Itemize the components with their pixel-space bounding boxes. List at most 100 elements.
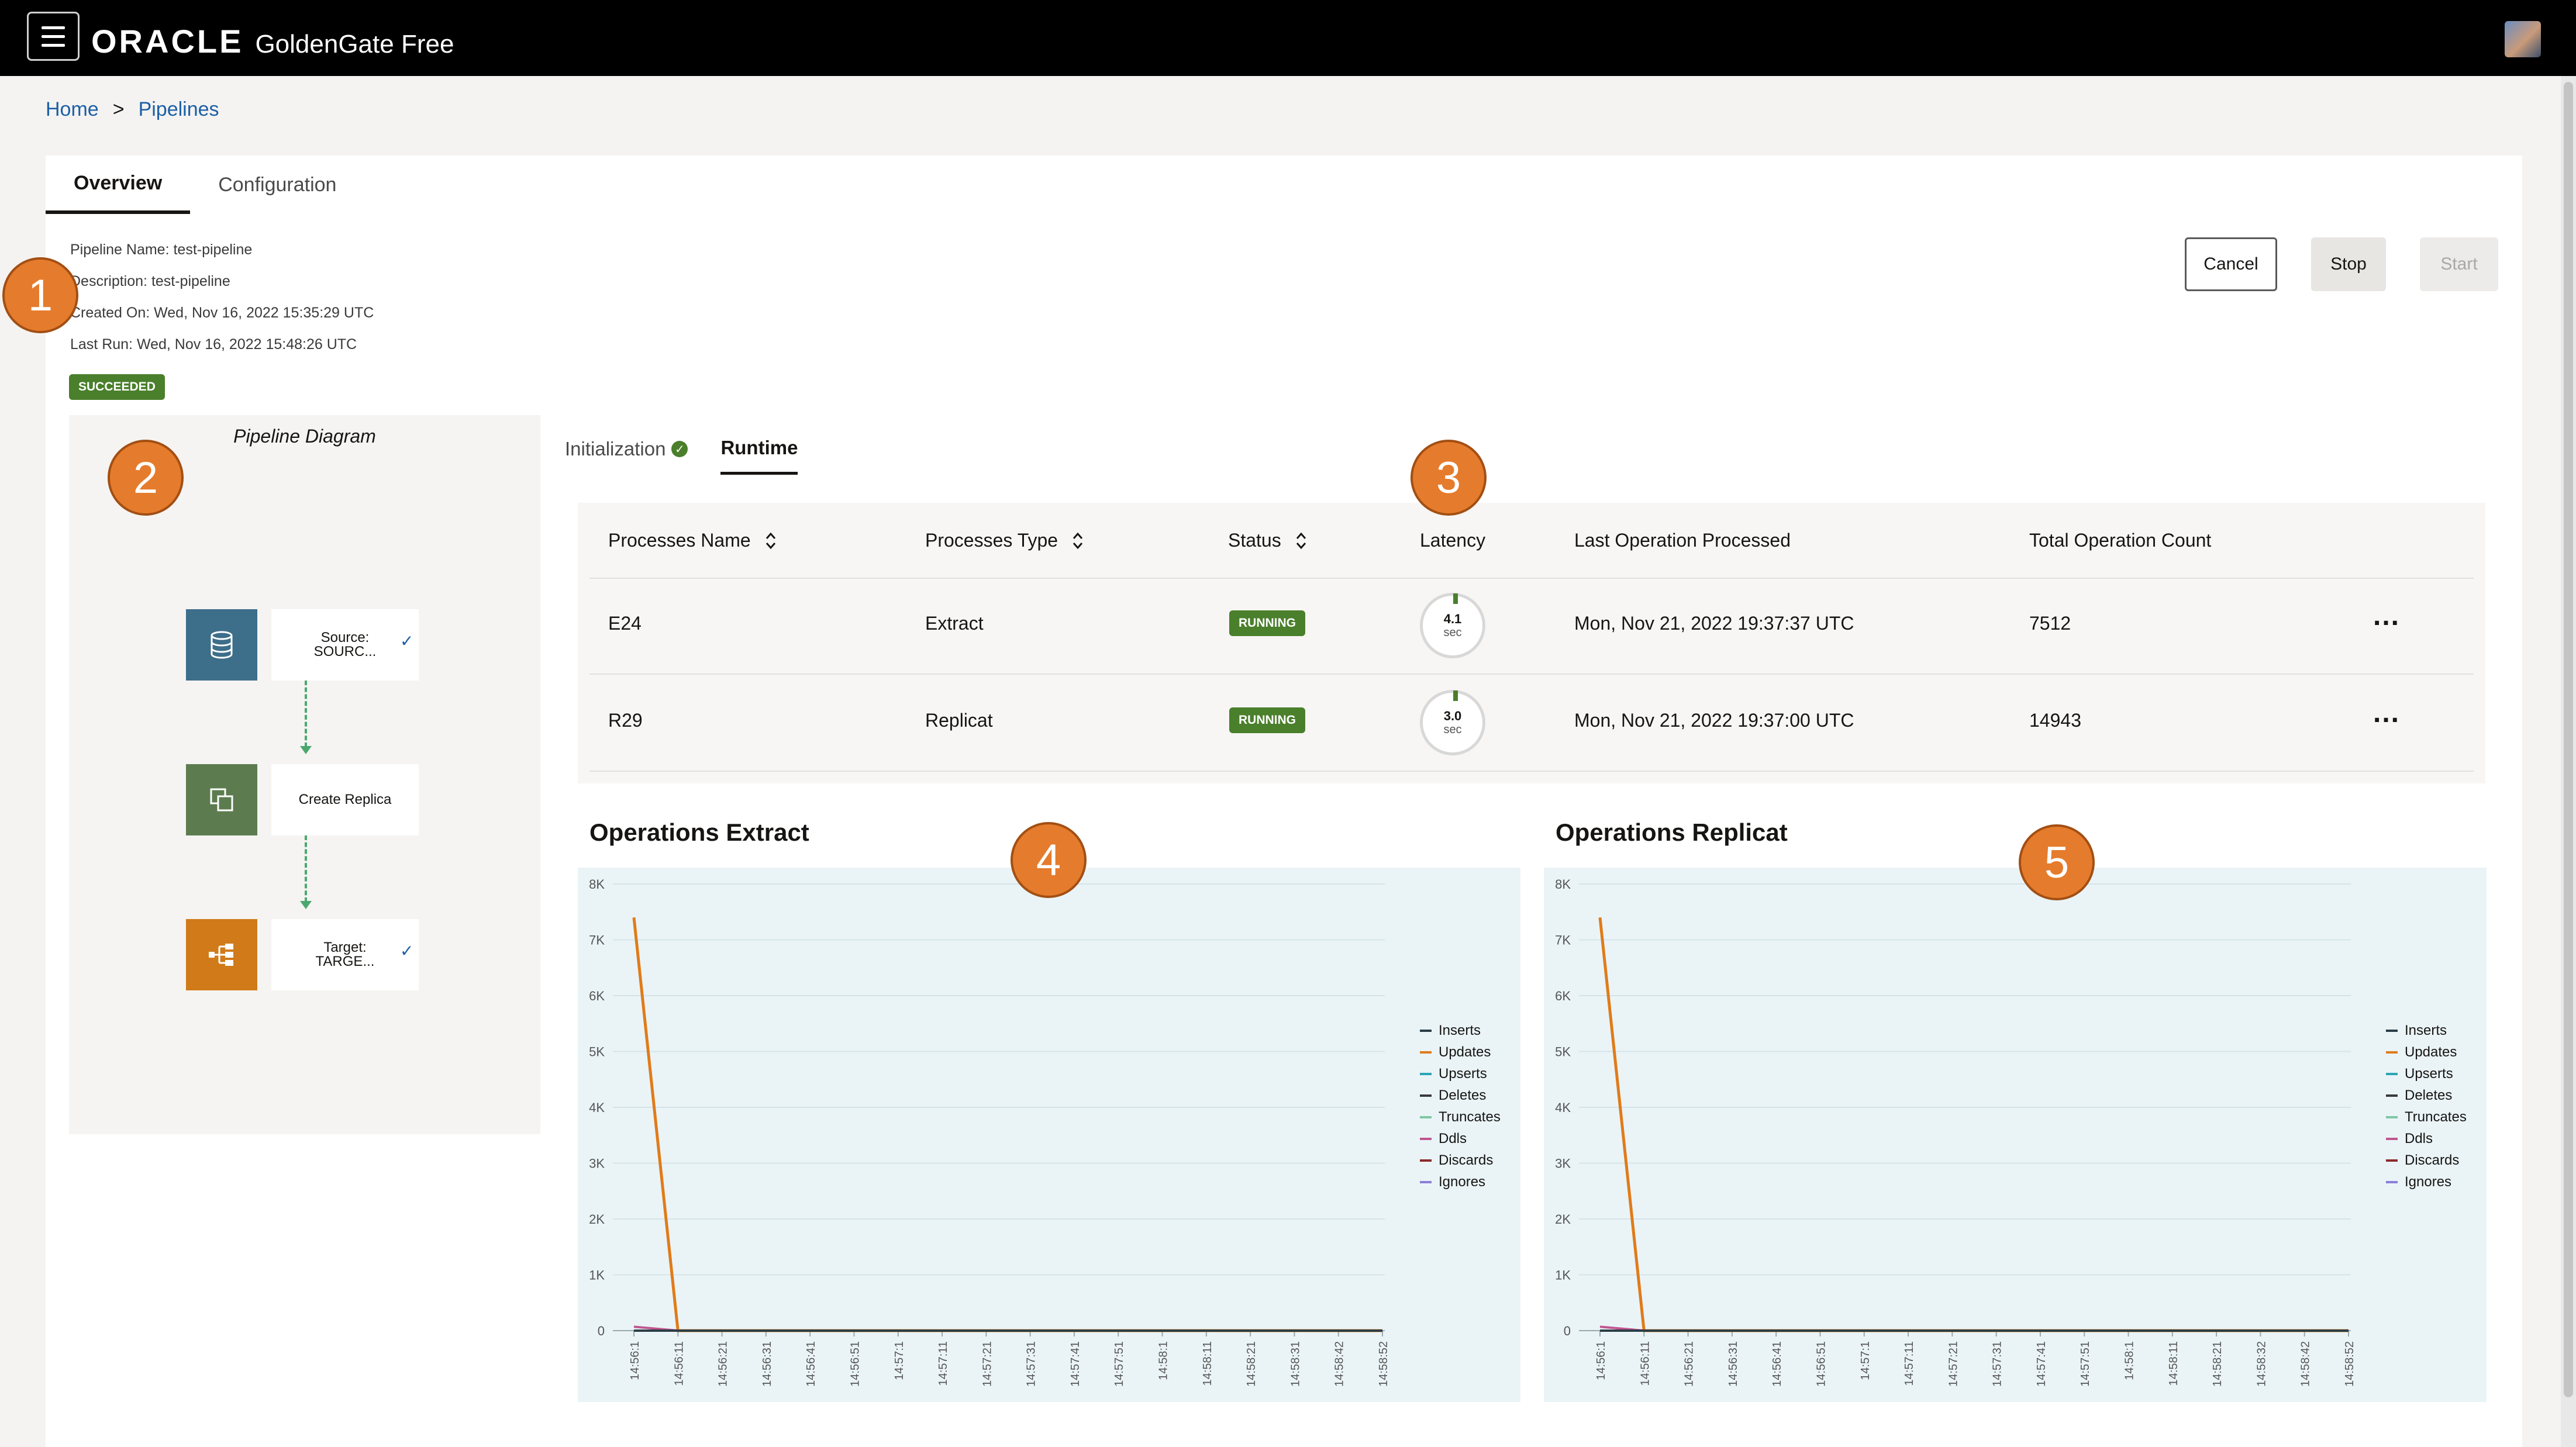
legend-item[interactable]: Updates [1420, 1041, 1501, 1063]
legend-item[interactable]: Discards [2386, 1149, 2467, 1171]
legend-swatch [2386, 1137, 2398, 1140]
legend-item[interactable]: Truncates [1420, 1106, 1501, 1128]
header-processes-type[interactable]: Processes Type [925, 530, 1084, 551]
status-badge: RUNNING [1229, 707, 1305, 733]
legend-item[interactable]: Ignores [1420, 1171, 1501, 1193]
header-latency: Latency [1420, 530, 1485, 551]
chart-svg: 0 1K 2K 3K 4K 5K 6K 7K 8K 14:56:1 14:56:11 14:56:21… [589, 877, 1390, 1387]
more-actions-icon[interactable]: ... [2373, 697, 2400, 729]
latency-unit: sec [1443, 626, 1462, 639]
legend-item[interactable]: Upserts [2386, 1063, 2467, 1085]
legend-label: Updates [1439, 1044, 1491, 1060]
process-type: Extract [925, 613, 984, 634]
gauge-tick [1453, 593, 1458, 604]
legend-item[interactable]: Upserts [1420, 1063, 1501, 1085]
x-tick-label: 14:56:21 [1683, 1341, 1696, 1387]
legend-label: Updates [2405, 1044, 2457, 1060]
legend-item[interactable]: Discards [1420, 1149, 1501, 1171]
legend-label: Inserts [1439, 1023, 1481, 1038]
x-tick-label: 14:57:1 [1859, 1341, 1872, 1380]
legend-item[interactable]: Ddls [2386, 1128, 2467, 1149]
callout-2: 2 [108, 440, 184, 516]
user-avatar[interactable] [2505, 21, 2541, 57]
legend-item[interactable]: Ddls [1420, 1128, 1501, 1149]
operations-replicat-title: Operations Replicat [1556, 819, 1788, 846]
x-tick-label: 14:58:11 [1201, 1341, 1214, 1386]
x-tick-label: 14:58:11 [2167, 1341, 2180, 1386]
header-label: Total Operation Count [2029, 530, 2212, 551]
cancel-button[interactable]: Cancel [2185, 237, 2277, 291]
tab-runtime[interactable]: Runtime [720, 423, 798, 475]
legend-label: Truncates [1439, 1109, 1501, 1125]
connector-line [305, 835, 307, 902]
callout-5: 5 [2019, 824, 2095, 900]
status-badge: SUCCEEDED [69, 374, 165, 400]
legend-item[interactable]: Truncates [2386, 1106, 2467, 1128]
legend-item[interactable]: Ignores [2386, 1171, 2467, 1193]
pipeline-diagram: Pipeline Diagram Source: SOURC... ✓ Crea… [69, 415, 540, 1134]
legend-item[interactable]: Inserts [2386, 1020, 2467, 1041]
header-processes-name[interactable]: Processes Name [608, 530, 777, 551]
legend-label: Deletes [1439, 1087, 1487, 1103]
legend-swatch [1420, 1116, 1432, 1118]
legend-swatch [2386, 1159, 2398, 1162]
create-replica-label: Create Replica [298, 792, 392, 807]
x-tick-label: 14:56:51 [1815, 1341, 1827, 1387]
x-tick-label: 14:57:11 [1903, 1341, 1916, 1386]
product-name: GoldenGate Free [255, 30, 454, 58]
source-node-label: Source: SOURC... [313, 630, 377, 659]
page-scrollbar[interactable] [2561, 76, 2576, 1447]
process-name[interactable]: E24 [608, 613, 642, 634]
database-icon[interactable] [186, 609, 257, 681]
legend-item[interactable]: Inserts [1420, 1020, 1501, 1041]
header-label: Status [1228, 530, 1281, 551]
process-name[interactable]: R29 [608, 710, 643, 731]
processes-table: Processes Name Processes Type Status Lat… [578, 503, 2485, 783]
tab-initialization-label: Initialization [565, 438, 666, 460]
tab-overview[interactable]: Overview [46, 156, 191, 214]
y-tick-label: 2K [589, 1212, 605, 1227]
x-tick-label: 14:56:11 [1639, 1341, 1651, 1386]
y-tick-label: 8K [589, 877, 605, 892]
x-tick-label: 14:57:31 [1025, 1341, 1038, 1387]
last-operation: Mon, Nov 21, 2022 19:37:00 UTC [1574, 710, 1854, 731]
more-actions-icon[interactable]: ... [2373, 600, 2400, 632]
legend-item[interactable]: Deletes [2386, 1085, 2467, 1106]
copy-icon[interactable] [186, 764, 257, 835]
source-node[interactable]: Source: SOURC... [271, 609, 419, 681]
create-replica-node[interactable]: Create Replica [271, 764, 419, 835]
tab-initialization[interactable]: Initialization ✓ [565, 423, 688, 475]
stop-button[interactable]: Stop [2311, 237, 2386, 291]
legend-label: Ignores [2405, 1174, 2452, 1190]
sort-icon[interactable] [1295, 531, 1307, 550]
x-tick-label: 14:56:31 [761, 1341, 774, 1387]
x-tick-label: 14:57:41 [2035, 1341, 2048, 1387]
tab-configuration[interactable]: Configuration [190, 156, 364, 214]
legend-item[interactable]: Updates [2386, 1041, 2467, 1063]
operations-extract-title: Operations Extract [589, 819, 809, 846]
sort-icon[interactable] [765, 531, 777, 550]
x-tick-label: 14:57:51 [2079, 1341, 2092, 1387]
sort-icon[interactable] [1072, 531, 1084, 550]
scrollbar-thumb[interactable] [2564, 82, 2573, 1397]
header-status[interactable]: Status [1228, 530, 1307, 551]
breadcrumb-home[interactable]: Home [46, 98, 99, 121]
legend-label: Ignores [1439, 1174, 1486, 1190]
app-brand[interactable]: ORACLE GoldenGate Free [91, 22, 454, 60]
y-tick-label: 0 [1564, 1324, 1571, 1338]
top-bar: ORACLE GoldenGate Free [0, 0, 2576, 76]
breadcrumb: Home > Pipelines [46, 98, 219, 121]
legend-item[interactable]: Deletes [1420, 1085, 1501, 1106]
breadcrumb-pipelines[interactable]: Pipelines [139, 98, 219, 121]
target-node[interactable]: Target: TARGE... [271, 919, 419, 990]
hierarchy-icon[interactable] [186, 919, 257, 990]
legend-label: Upserts [2405, 1066, 2453, 1082]
y-tick-label: 5K [1555, 1045, 1571, 1059]
legend-label: Ddls [1439, 1131, 1467, 1146]
legend-swatch [2386, 1180, 2398, 1183]
x-tick-label: 14:57:51 [1113, 1341, 1126, 1387]
x-tick-label: 14:56:11 [673, 1341, 685, 1386]
start-button[interactable]: Start [2420, 237, 2498, 291]
legend-label: Upserts [1439, 1066, 1487, 1082]
hamburger-menu-icon[interactable] [27, 12, 80, 61]
